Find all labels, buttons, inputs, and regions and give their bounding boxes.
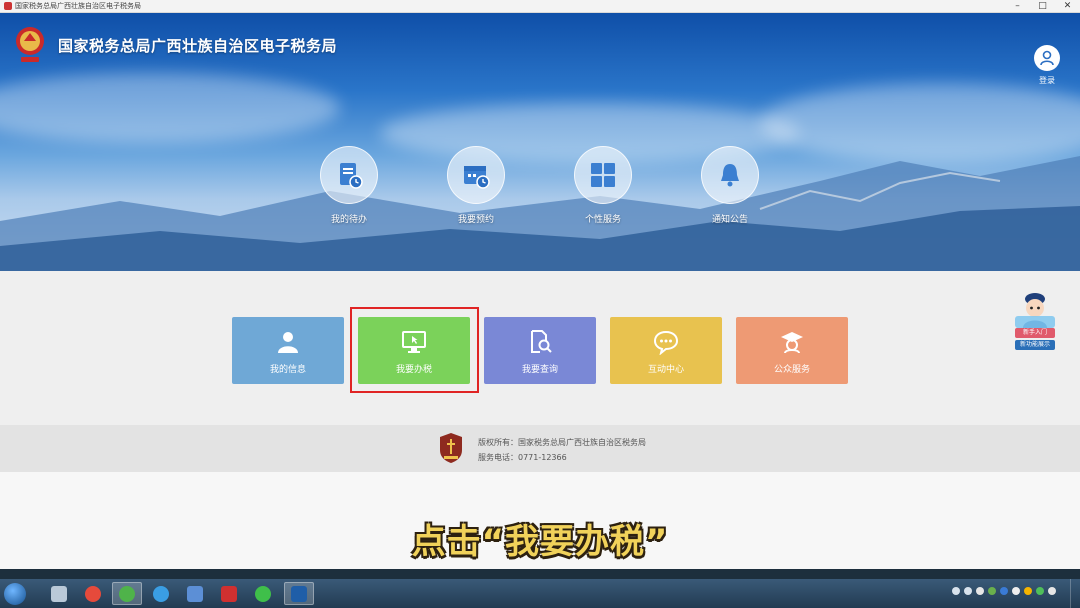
site-brand[interactable]: 国家税务总局广西壮族自治区电子税务局: [12, 25, 337, 65]
quick-entry-label: 个性服务: [584, 215, 621, 225]
quick-entry-label: 通知公告: [711, 215, 748, 225]
tile-my-info[interactable]: 我的信息: [232, 317, 344, 384]
tile-public-service[interactable]: 公众服务: [736, 317, 848, 384]
tile-label: 我要查询: [521, 365, 558, 375]
quick-entry-label: 我的待办: [330, 215, 367, 225]
taskbar-app-tax[interactable]: [284, 582, 314, 605]
tile-interaction-center[interactable]: 互动中心: [610, 317, 722, 384]
login-button[interactable]: 登录: [1032, 45, 1062, 86]
site-footer: 版权所有：国家税务总局广西壮族自治区税务局 服务电话：0771-12366: [0, 425, 1080, 472]
grid-icon: [591, 163, 615, 187]
taskbar-app-ie[interactable]: [146, 582, 176, 605]
quick-entry-todo[interactable]: 我的待办: [314, 146, 384, 225]
window-title-bar: 国家税务总局广西壮族自治区电子税务局 – □ ✕: [0, 0, 1080, 13]
graduate-icon: [781, 332, 803, 354]
start-button[interactable]: [4, 583, 26, 605]
close-button[interactable]: ✕: [1055, 0, 1080, 13]
newbie-assistant[interactable]: 新手入门 新功能展示: [1013, 290, 1057, 352]
newbie-guide-tag[interactable]: 新手入门: [1015, 328, 1055, 338]
taskbar-app-browser[interactable]: [112, 582, 142, 605]
quick-entry-personal-service[interactable]: 个性服务: [568, 146, 638, 225]
calendar-clock-icon: [464, 166, 490, 189]
site-title: 国家税务总局广西壮族自治区电子税务局: [58, 36, 338, 55]
tile-query[interactable]: 我要查询: [484, 317, 596, 384]
copyright-text: 版权所有：国家税务总局广西壮族自治区税务局: [478, 438, 646, 447]
tax-badge-icon: [440, 433, 462, 463]
highlight-frame: [350, 307, 479, 393]
taskbar-app-chrome[interactable]: [78, 582, 108, 605]
taskbar-app-files[interactable]: [44, 582, 74, 605]
minimize-button[interactable]: –: [1005, 0, 1030, 13]
quick-entry-notice[interactable]: 通知公告: [695, 146, 765, 225]
quick-entry-appointment[interactable]: 我要预约: [441, 146, 511, 225]
mountain-great-wall-background: [0, 156, 1080, 271]
chat-icon: [653, 330, 679, 356]
tile-label: 公众服务: [773, 365, 810, 375]
service-tiles-area: 我的信息 我要办税 我要查询 互动中心 公众服务 新手入门 新功能展示: [0, 271, 1080, 425]
status-strip: [0, 569, 1080, 579]
tile-label: 互动中心: [647, 365, 684, 375]
login-label: 登录: [1039, 76, 1055, 85]
tile-label: 我的信息: [269, 365, 306, 375]
todo-document-icon: [340, 163, 363, 189]
show-desktop-button[interactable]: [1070, 579, 1080, 608]
taskbar-app-remote[interactable]: [180, 582, 210, 605]
taskbar-app-wps[interactable]: [214, 582, 244, 605]
search-document-icon: [531, 330, 552, 353]
app-icon: [4, 2, 12, 10]
user-icon: [1040, 50, 1054, 66]
service-phone: 服务电话：0771-12366: [478, 453, 567, 462]
quick-entry-label: 我要预约: [457, 215, 494, 225]
assistant-mascot-icon: [1015, 293, 1055, 328]
bell-icon: [721, 164, 739, 187]
taskbar-app-wechat[interactable]: [248, 582, 278, 605]
window-title: 国家税务总局广西壮族自治区电子税务局: [15, 2, 141, 10]
maximize-button[interactable]: □: [1030, 0, 1055, 13]
screen: 国家税务总局广西壮族自治区电子税务局 – □ ✕ 国家税务总局广西壮族自治区电子…: [0, 0, 1080, 608]
tax-emblem-icon: [16, 27, 44, 62]
os-taskbar: [0, 579, 1080, 608]
hero-banner: 国家税务总局广西壮族自治区电子税务局 登录 我的待办 我要预约 个性服务 通知公…: [0, 13, 1080, 271]
system-tray[interactable]: [948, 587, 1056, 595]
user-icon: [278, 332, 298, 353]
video-caption: 点击“我要办税”: [411, 522, 669, 562]
new-features-tag[interactable]: 新功能展示: [1015, 340, 1055, 350]
